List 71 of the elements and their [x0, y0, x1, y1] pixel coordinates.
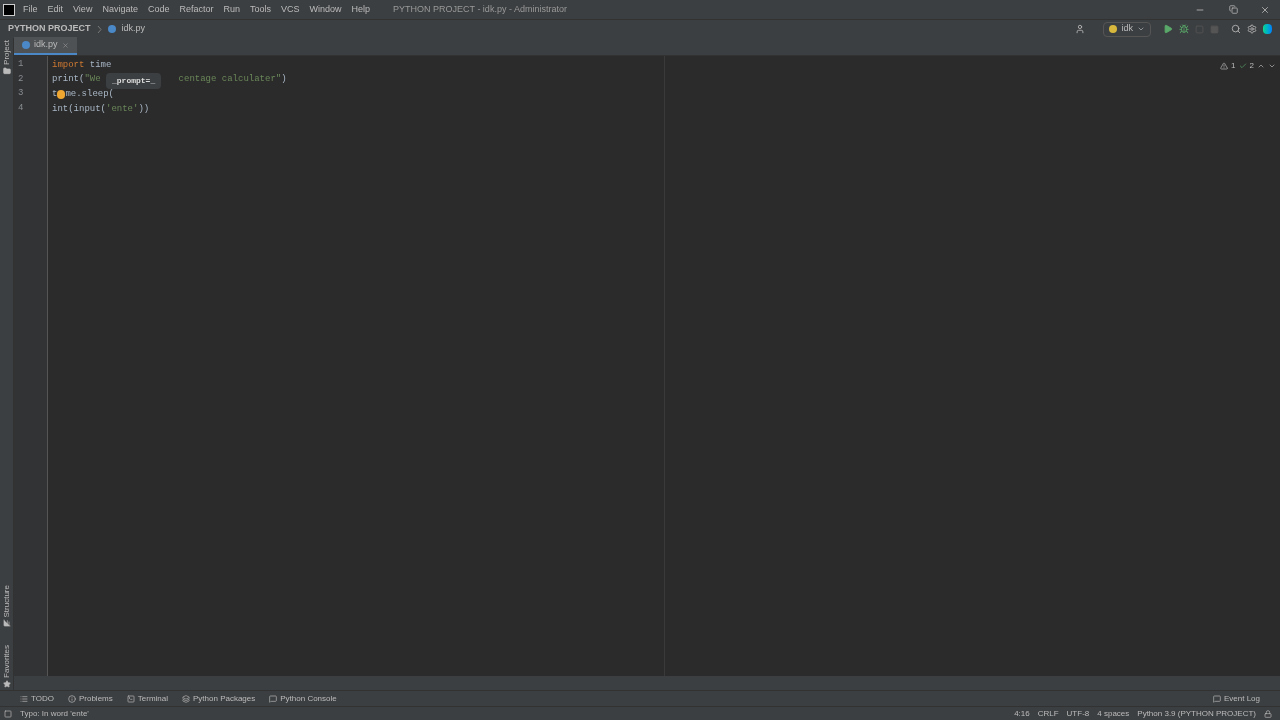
side-tool-tab[interactable]: Project [0, 40, 13, 75]
menu-item[interactable]: VCS [276, 2, 305, 17]
chevron-down-icon [1268, 62, 1276, 70]
line-number: 1 [17, 58, 25, 71]
line-number: 3 [17, 87, 25, 101]
run-icon[interactable] [1163, 24, 1173, 34]
run-config-dropdown[interactable]: idk [1103, 21, 1151, 37]
code-token: )) [138, 102, 150, 116]
tool-window-tab[interactable]: Problems [67, 692, 113, 705]
breadcrumb[interactable]: idk.py [121, 22, 146, 36]
caret-icon [1137, 25, 1145, 33]
python-logo-icon [1109, 25, 1118, 33]
menu-item[interactable]: Help [346, 2, 376, 17]
check-icon [1238, 62, 1247, 70]
code-token: t [52, 87, 58, 101]
menu-item[interactable]: Run [218, 2, 245, 17]
line-number: 4 [17, 102, 25, 116]
code-token: centage calculater" [178, 73, 282, 87]
status-item[interactable]: Python 3.9 (PYTHON PROJECT) [1137, 707, 1256, 720]
code-token: int(input( [52, 102, 106, 116]
lock-icon[interactable] [1264, 709, 1272, 718]
parameter-hint-popup: _prompt=_ [106, 73, 162, 89]
code-token: import [52, 58, 85, 72]
debug-icon[interactable] [1179, 24, 1189, 34]
tool-window-tab[interactable]: Python Console [269, 692, 337, 705]
settings-icon[interactable] [1247, 24, 1257, 34]
status-item[interactable]: 4:16 [1014, 707, 1030, 720]
menu-item[interactable]: Code [142, 2, 175, 17]
menu-item[interactable]: File [18, 2, 43, 17]
side-tool-tab[interactable]: Structure [0, 584, 13, 628]
python-file-icon [22, 41, 30, 49]
speech-bubble-icon [1212, 694, 1221, 703]
line-number: 2 [17, 72, 25, 86]
code-token: ) [281, 73, 287, 87]
code-token: print( [52, 73, 85, 87]
menu-item[interactable]: Edit [42, 2, 69, 17]
tool-window-tab[interactable]: Terminal [126, 692, 168, 705]
chevron-right-icon [96, 24, 102, 34]
code-token: time [88, 58, 112, 72]
warning-icon [1220, 62, 1229, 70]
user-icon[interactable] [1075, 24, 1086, 34]
code-token: 'ente' [106, 102, 139, 116]
code-token: me.sleep( [65, 87, 114, 101]
close-icon[interactable] [1260, 4, 1270, 15]
status-message: Typo: In word 'ente' [20, 707, 89, 720]
menu-item[interactable]: Refactor [174, 2, 219, 17]
status-item[interactable]: CRLF [1037, 707, 1059, 720]
window-title: PYTHON PROJECT - idk.py - Administrator [393, 2, 567, 16]
editor-tab[interactable]: idk.py [14, 37, 77, 55]
close-icon[interactable] [61, 41, 69, 49]
tool-window-tab[interactable]: Python Packages [182, 692, 256, 705]
panel-toggle-icon[interactable] [4, 709, 12, 718]
menu-item[interactable]: Navigate [97, 2, 143, 17]
status-item[interactable]: UTF-8 [1066, 707, 1090, 720]
app-logo-icon [3, 3, 15, 16]
inspection-widget[interactable]: 1 2 [1220, 60, 1276, 72]
search-icon[interactable] [1231, 24, 1241, 34]
menu-item[interactable]: Window [304, 2, 347, 17]
breadcrumb[interactable]: PYTHON PROJECT [8, 22, 91, 36]
side-tool-tab[interactable]: Favorites [0, 645, 13, 688]
bulb-icon[interactable] [57, 90, 66, 100]
menu-item[interactable]: View [68, 2, 98, 17]
tool-window-tab[interactable]: TODO [20, 692, 54, 705]
python-file-icon [107, 25, 116, 33]
event-log-button[interactable]: Event Log [1212, 692, 1260, 705]
plugin-logo-icon[interactable] [1263, 24, 1272, 34]
code-token: "We [84, 73, 101, 87]
chevron-up-icon [1257, 62, 1265, 70]
menu-item[interactable]: Tools [244, 2, 276, 17]
status-item[interactable]: 4 spaces [1097, 707, 1130, 720]
restore-icon[interactable] [1229, 5, 1238, 14]
